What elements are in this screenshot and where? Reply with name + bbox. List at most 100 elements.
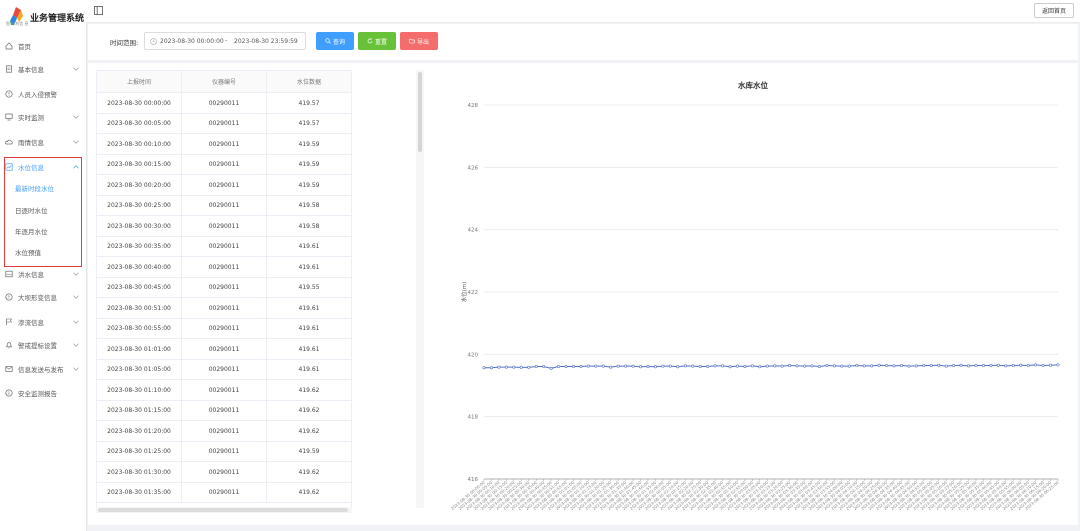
sidebar-item-seepage-info[interactable]: 渗流信息 bbox=[0, 312, 86, 332]
table-horizontal-scrollbar[interactable] bbox=[96, 507, 352, 513]
data-point[interactable] bbox=[1049, 363, 1053, 367]
data-point[interactable] bbox=[929, 364, 933, 368]
data-point[interactable] bbox=[557, 364, 561, 368]
sidebar-item-basic-info[interactable]: 基本信息 bbox=[0, 59, 86, 79]
data-point[interactable] bbox=[706, 364, 710, 368]
sidebar-item-message-publish[interactable]: 信息发送与发布 bbox=[0, 359, 86, 379]
data-point[interactable] bbox=[1004, 364, 1008, 368]
data-point[interactable] bbox=[631, 364, 635, 368]
table-row[interactable]: 2023-08-30 00:20:00 00290011 419.59 bbox=[97, 175, 351, 196]
header-water-level[interactable]: 水位数据 bbox=[267, 71, 351, 92]
table-row[interactable]: 2023-08-30 01:30:00 00290011 419.62 bbox=[97, 462, 351, 483]
table-row[interactable]: 2023-08-30 00:15:00 00290011 419.59 bbox=[97, 154, 351, 175]
data-point[interactable] bbox=[840, 364, 844, 368]
reset-button[interactable]: 重置 bbox=[358, 32, 396, 50]
data-point[interactable] bbox=[668, 364, 672, 368]
table-row[interactable]: 2023-08-30 01:35:00 00290011 419.62 bbox=[97, 482, 351, 503]
data-point[interactable] bbox=[981, 364, 985, 368]
data-point[interactable] bbox=[892, 364, 896, 368]
header-device-id[interactable]: 仪器编号 bbox=[182, 71, 267, 92]
table-row[interactable]: 2023-08-30 01:10:00 00290011 419.62 bbox=[97, 380, 351, 401]
data-point[interactable] bbox=[765, 364, 769, 368]
table-row[interactable]: 2023-08-30 00:55:00 00290011 419.61 bbox=[97, 318, 351, 339]
data-point[interactable] bbox=[504, 365, 508, 369]
data-point[interactable] bbox=[661, 364, 665, 368]
sidebar-item-safety-report[interactable]: 安全监测报告 bbox=[0, 383, 86, 403]
data-point[interactable] bbox=[937, 363, 941, 367]
data-point[interactable] bbox=[877, 363, 881, 367]
data-point[interactable] bbox=[1026, 364, 1030, 368]
data-point[interactable] bbox=[519, 365, 523, 369]
date-range-picker[interactable]: 2023-08-30 00:00:00 - 2023-08-30 23:59:5… bbox=[144, 32, 306, 50]
hscrollbar-thumb[interactable] bbox=[98, 508, 348, 512]
sidebar-item-dam-deform-info[interactable]: 大坝形变信息 bbox=[0, 287, 86, 307]
query-button[interactable]: 查询 bbox=[316, 32, 354, 50]
data-point[interactable] bbox=[549, 366, 553, 370]
table-row[interactable]: 2023-08-30 00:05:00 00290011 419.57 bbox=[97, 113, 351, 134]
table-row[interactable]: 2023-08-30 00:40:00 00290011 419.61 bbox=[97, 257, 351, 278]
data-point[interactable] bbox=[750, 364, 754, 368]
end-time-input[interactable]: 2023-08-30 23:59:59 bbox=[234, 38, 298, 45]
data-point[interactable] bbox=[967, 364, 971, 368]
table-row[interactable]: 2023-08-30 01:25:00 00290011 419.59 bbox=[97, 441, 351, 462]
data-point[interactable] bbox=[534, 364, 538, 368]
data-point[interactable] bbox=[1019, 363, 1023, 367]
data-point[interactable] bbox=[542, 364, 546, 368]
data-point[interactable] bbox=[713, 364, 717, 368]
data-point[interactable] bbox=[788, 364, 792, 368]
data-point[interactable] bbox=[594, 364, 598, 368]
data-point[interactable] bbox=[1056, 363, 1060, 367]
export-button[interactable]: 导出 bbox=[400, 32, 438, 50]
data-point[interactable] bbox=[862, 364, 866, 368]
data-point[interactable] bbox=[944, 364, 948, 368]
data-point[interactable] bbox=[482, 366, 486, 370]
data-point[interactable] bbox=[914, 364, 918, 368]
table-row[interactable]: 2023-08-30 01:15:00 00290011 419.62 bbox=[97, 400, 351, 421]
table-row[interactable]: 2023-08-30 00:10:00 00290011 419.59 bbox=[97, 134, 351, 155]
table-row[interactable]: 2023-08-30 00:30:00 00290011 419.58 bbox=[97, 216, 351, 237]
data-point[interactable] bbox=[832, 364, 836, 368]
data-point[interactable] bbox=[721, 364, 725, 368]
data-point[interactable] bbox=[616, 364, 620, 368]
table-row[interactable]: 2023-08-30 01:01:00 00290011 419.61 bbox=[97, 339, 351, 360]
data-point[interactable] bbox=[885, 364, 889, 368]
table-row[interactable]: 2023-08-30 01:20:00 00290011 419.62 bbox=[97, 421, 351, 442]
back-home-button[interactable]: 返回首页 bbox=[1034, 3, 1074, 18]
data-point[interactable] bbox=[639, 365, 643, 369]
menu-collapse-icon[interactable] bbox=[94, 6, 103, 15]
data-point[interactable] bbox=[489, 366, 493, 370]
data-point[interactable] bbox=[795, 364, 799, 368]
data-point[interactable] bbox=[601, 364, 605, 368]
data-point[interactable] bbox=[653, 365, 657, 369]
sidebar-item-flood-info[interactable]: 洪水信息 bbox=[0, 264, 86, 284]
data-point[interactable] bbox=[728, 365, 732, 369]
data-point[interactable] bbox=[683, 364, 687, 368]
sidebar-item-realtime-monitor[interactable]: 实时监测 bbox=[0, 107, 86, 127]
data-point[interactable] bbox=[1041, 364, 1045, 368]
table-row[interactable]: 2023-08-30 00:35:00 00290011 419.61 bbox=[97, 236, 351, 257]
table-row[interactable]: 2023-08-30 00:25:00 00290011 419.58 bbox=[97, 195, 351, 216]
data-point[interactable] bbox=[899, 364, 903, 368]
data-point[interactable] bbox=[810, 364, 814, 368]
data-point[interactable] bbox=[996, 363, 1000, 367]
start-time-input[interactable]: 2023-08-30 00:00:00 bbox=[160, 38, 224, 45]
header-report-time[interactable]: 上报时间 bbox=[97, 71, 182, 92]
data-point[interactable] bbox=[609, 365, 613, 369]
data-point[interactable] bbox=[691, 364, 695, 368]
data-point[interactable] bbox=[564, 364, 568, 368]
data-point[interactable] bbox=[1034, 363, 1038, 367]
data-point[interactable] bbox=[974, 364, 978, 368]
data-point[interactable] bbox=[847, 364, 851, 368]
data-point[interactable] bbox=[624, 364, 628, 368]
sidebar-item-intrusion-alert[interactable]: 人员入侵预警 bbox=[0, 84, 86, 104]
data-point[interactable] bbox=[527, 365, 531, 369]
data-point[interactable] bbox=[586, 364, 590, 368]
data-point[interactable] bbox=[743, 364, 747, 368]
data-point[interactable] bbox=[773, 364, 777, 368]
data-point[interactable] bbox=[780, 364, 784, 368]
data-point[interactable] bbox=[817, 364, 821, 368]
data-point[interactable] bbox=[870, 364, 874, 368]
sidebar-item-rain-info[interactable]: 雨情信息 bbox=[0, 132, 86, 152]
table-row[interactable]: 2023-08-30 01:05:00 00290011 419.61 bbox=[97, 359, 351, 380]
data-point[interactable] bbox=[579, 364, 583, 368]
